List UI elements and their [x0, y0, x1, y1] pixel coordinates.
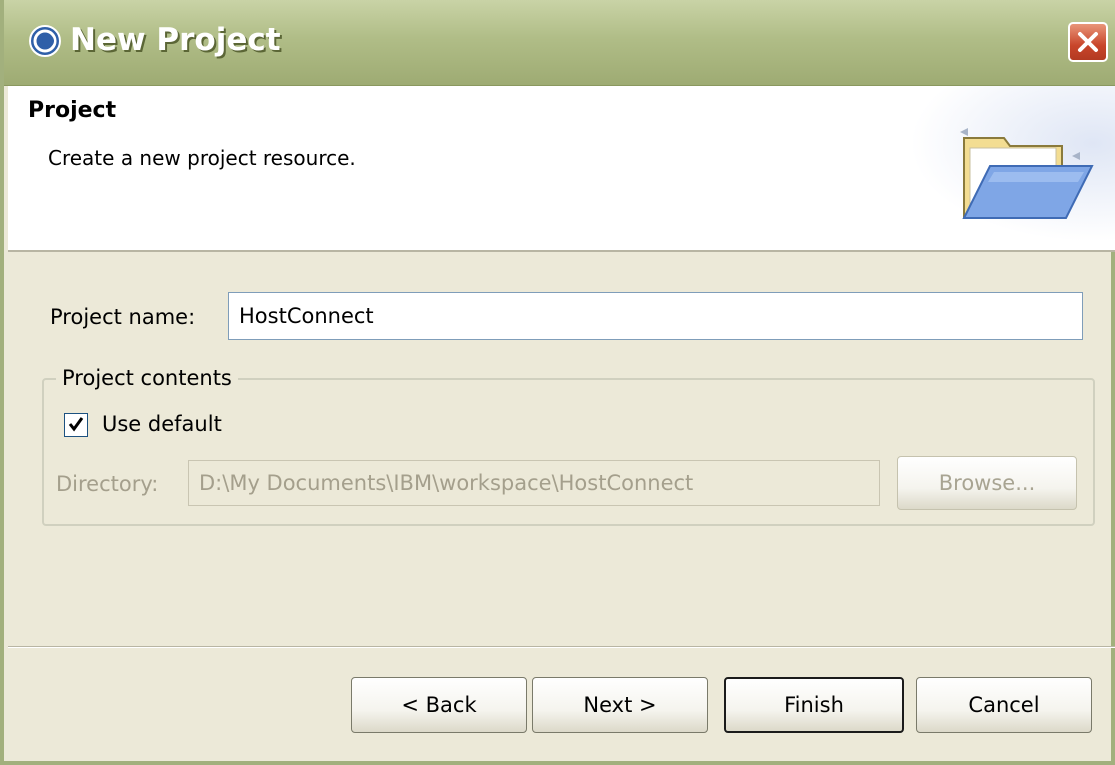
use-default-label[interactable]: Use default [102, 412, 222, 436]
finish-button[interactable]: Finish [724, 677, 904, 733]
eclipse-icon [29, 25, 61, 57]
open-folder-icon [960, 128, 1094, 219]
check-icon [68, 417, 84, 432]
use-default-checkbox[interactable] [64, 413, 88, 437]
title-bar[interactable]: New Project [4, 0, 1115, 86]
window-title: New Project [70, 22, 281, 58]
browse-button[interactable]: Browse... [897, 456, 1077, 510]
close-button[interactable] [1068, 22, 1108, 62]
project-name-label: Project name: [50, 305, 196, 329]
directory-label: Directory: [56, 472, 159, 496]
cancel-button[interactable]: Cancel [916, 677, 1092, 733]
new-project-dialog: New Project Project Create a new project… [0, 0, 1115, 765]
project-contents-title: Project contents [56, 366, 238, 390]
footer-separator [8, 646, 1115, 648]
close-icon [1078, 32, 1098, 52]
back-button[interactable]: < Back [351, 677, 527, 733]
wizard-header: Project Create a new project resource. [8, 86, 1115, 252]
project-name-input[interactable]: HostConnect [228, 292, 1083, 340]
next-button[interactable]: Next > [532, 677, 708, 733]
page-title: Project [28, 98, 117, 123]
page-description: Create a new project resource. [48, 146, 356, 170]
directory-input[interactable]: D:\My Documents\IBM\workspace\HostConnec… [188, 460, 880, 506]
